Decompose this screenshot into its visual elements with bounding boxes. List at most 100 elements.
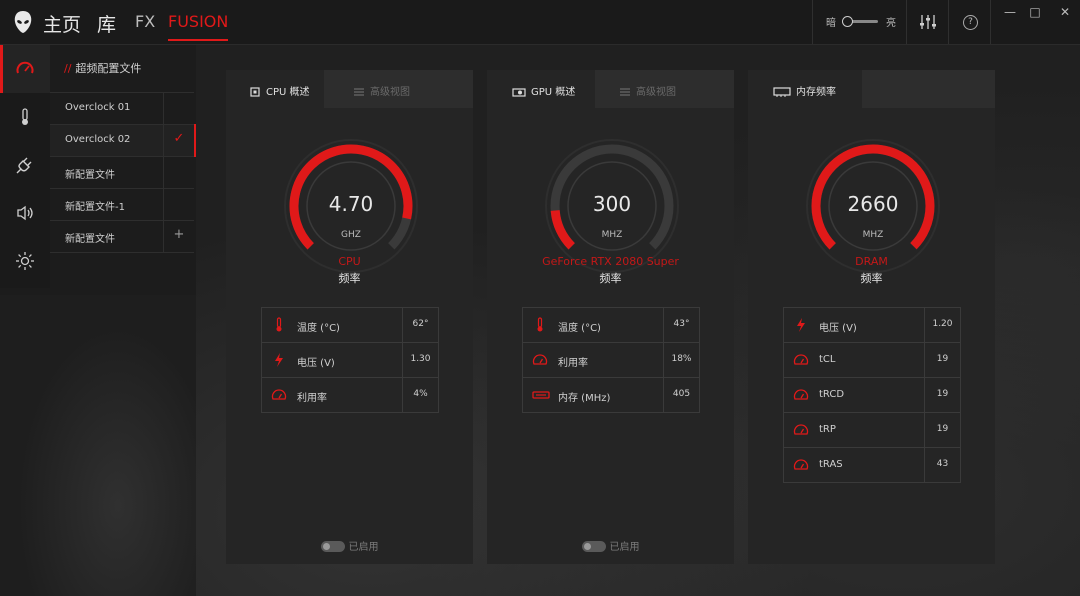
stat-value: 62° <box>412 319 429 329</box>
profile-name: Overclock 01 <box>65 102 131 113</box>
stat-label: tRAS <box>819 459 843 470</box>
stats-table: 温度 (°C) 43° 利用率 18% 内存 (MHz) 405 <box>522 307 700 413</box>
tab-label: CPU 概述 <box>266 87 310 98</box>
nav-home[interactable]: 主页 <box>43 10 81 37</box>
voltage-icon <box>797 318 805 332</box>
enabled-label: 已启用 <box>609 542 640 553</box>
stat-value: 19 <box>936 424 949 434</box>
usage-icon <box>793 389 809 400</box>
usage-icon <box>271 389 287 400</box>
stat-row: tRCD 19 <box>784 378 960 413</box>
tab-label: 高级视图 <box>636 87 676 98</box>
close-button[interactable]: ✕ <box>1055 4 1075 20</box>
thermometer-icon <box>276 317 282 332</box>
sliders-icon <box>620 88 630 96</box>
alien-logo-icon[interactable] <box>12 10 34 34</box>
toggle-switch[interactable] <box>320 541 345 552</box>
stat-row: 利用率 4% <box>262 378 438 412</box>
active-indicator <box>0 45 3 93</box>
tab-label: 内存频率 <box>796 87 836 98</box>
ram-icon <box>773 87 791 97</box>
stat-label: 电压 (V) <box>819 323 857 334</box>
rail-item-power[interactable] <box>0 141 50 189</box>
profile-row[interactable]: 新配置文件 <box>50 156 194 188</box>
stat-value: 1.30 <box>410 354 431 364</box>
rail-item-overclock[interactable] <box>0 45 50 93</box>
chip-icon <box>250 87 260 97</box>
stat-label: 利用率 <box>558 358 588 369</box>
tab-label: GPU 概述 <box>531 87 576 98</box>
profile-row-selected[interactable]: Overclock 02 ✓ <box>50 124 197 157</box>
add-profile-icon[interactable]: + <box>170 227 188 242</box>
toggle-switch[interactable] <box>581 541 606 552</box>
gauge-unit: MHZ <box>862 230 884 240</box>
tab-advanced-view[interactable]: 高级视图 <box>619 83 676 98</box>
stat-value: 19 <box>936 354 949 364</box>
title-slash: // <box>64 62 72 75</box>
tab-cpu-overview[interactable]: CPU 概述 <box>249 83 310 98</box>
profile-title-text: 超频配置文件 <box>75 62 142 75</box>
usage-icon <box>793 354 809 365</box>
tab-strip: 内存频率 <box>748 70 995 108</box>
profile-name: Overclock 02 <box>65 134 131 145</box>
gauge-icon <box>16 61 34 74</box>
gpu-card-icon <box>512 88 526 97</box>
stat-row: 内存 (MHz) 405 <box>523 378 699 412</box>
maximize-button[interactable]: □ <box>1025 4 1045 20</box>
frequency-label: 频率 <box>338 272 361 285</box>
help-icon[interactable]: ? <box>963 15 978 30</box>
stat-label: 利用率 <box>297 393 327 404</box>
nav-fusion[interactable]: FUSION <box>168 12 229 41</box>
divider <box>163 189 164 220</box>
tab-label: 高级视图 <box>370 87 410 98</box>
tab-advanced-view[interactable]: 高级视图 <box>353 83 410 98</box>
stat-label: tRP <box>819 424 836 435</box>
stat-value: 18% <box>671 354 692 364</box>
enabled-label: 已启用 <box>348 542 379 553</box>
divider <box>948 0 949 44</box>
enable-toggle[interactable]: 已启用 <box>226 538 473 553</box>
stat-value: 19 <box>936 389 949 399</box>
stat-row: 温度 (°C) 43° <box>523 308 699 343</box>
stat-row: 电压 (V) 1.20 <box>784 308 960 343</box>
checkmark-icon: ✓ <box>173 131 185 146</box>
side-rail <box>0 45 50 288</box>
power-plug-icon <box>16 157 32 174</box>
tab-gpu-overview[interactable]: GPU 概述 <box>512 83 575 98</box>
stat-label: 温度 (°C) <box>558 323 601 334</box>
brightness-slider[interactable]: 暗 亮 <box>826 14 896 30</box>
gpu-card: GPU 概述 高级视图 300 MHZ GeForce RTX 2080 Sup… <box>487 70 734 564</box>
profile-name: 新配置文件 <box>65 170 115 181</box>
profile-panel-title: //超频配置文件 <box>64 60 141 76</box>
rail-item-thermal[interactable] <box>0 93 50 141</box>
divider <box>163 157 164 188</box>
tab-strip: CPU 概述 高级视图 <box>226 70 473 108</box>
tab-memory-frequency[interactable]: 内存频率 <box>773 83 836 98</box>
gauge-unit: MHZ <box>601 230 623 240</box>
profile-name: 新配置文件-1 <box>65 202 125 213</box>
profile-row[interactable]: Overclock 01 <box>50 92 194 124</box>
nav-library[interactable]: 库 <box>97 10 116 37</box>
minimize-button[interactable]: — <box>1000 4 1020 20</box>
nav-fx[interactable]: FX <box>135 12 155 31</box>
memory-icon <box>532 391 550 399</box>
usage-icon <box>793 424 809 435</box>
brightness-icon <box>16 252 34 270</box>
stat-label: tRCD <box>819 389 845 400</box>
stat-label: 电压 (V) <box>297 358 335 369</box>
tab-strip: GPU 概述 高级视图 <box>487 70 734 108</box>
rail-item-audio[interactable] <box>0 189 50 237</box>
rail-item-lighting[interactable] <box>0 237 50 285</box>
usage-icon <box>532 354 548 365</box>
gauge-value: 2660 <box>847 192 899 216</box>
enable-toggle[interactable]: 已启用 <box>487 538 734 553</box>
stat-row: 利用率 18% <box>523 343 699 378</box>
stat-row: tRP 19 <box>784 413 960 448</box>
profile-row[interactable]: 新配置文件 + <box>50 220 194 253</box>
brightness-knob[interactable] <box>842 16 853 27</box>
sliders-icon[interactable] <box>919 14 937 30</box>
memory-card: 内存频率 2660 MHZ DRAM 频率 电压 (V) 1.20 tCL 19… <box>748 70 995 564</box>
profile-row[interactable]: 新配置文件-1 <box>50 188 194 220</box>
stats-table: 电压 (V) 1.20 tCL 19 tRCD 19 tRP 19 tRAS 4… <box>783 307 961 483</box>
stat-row: 电压 (V) 1.30 <box>262 343 438 378</box>
